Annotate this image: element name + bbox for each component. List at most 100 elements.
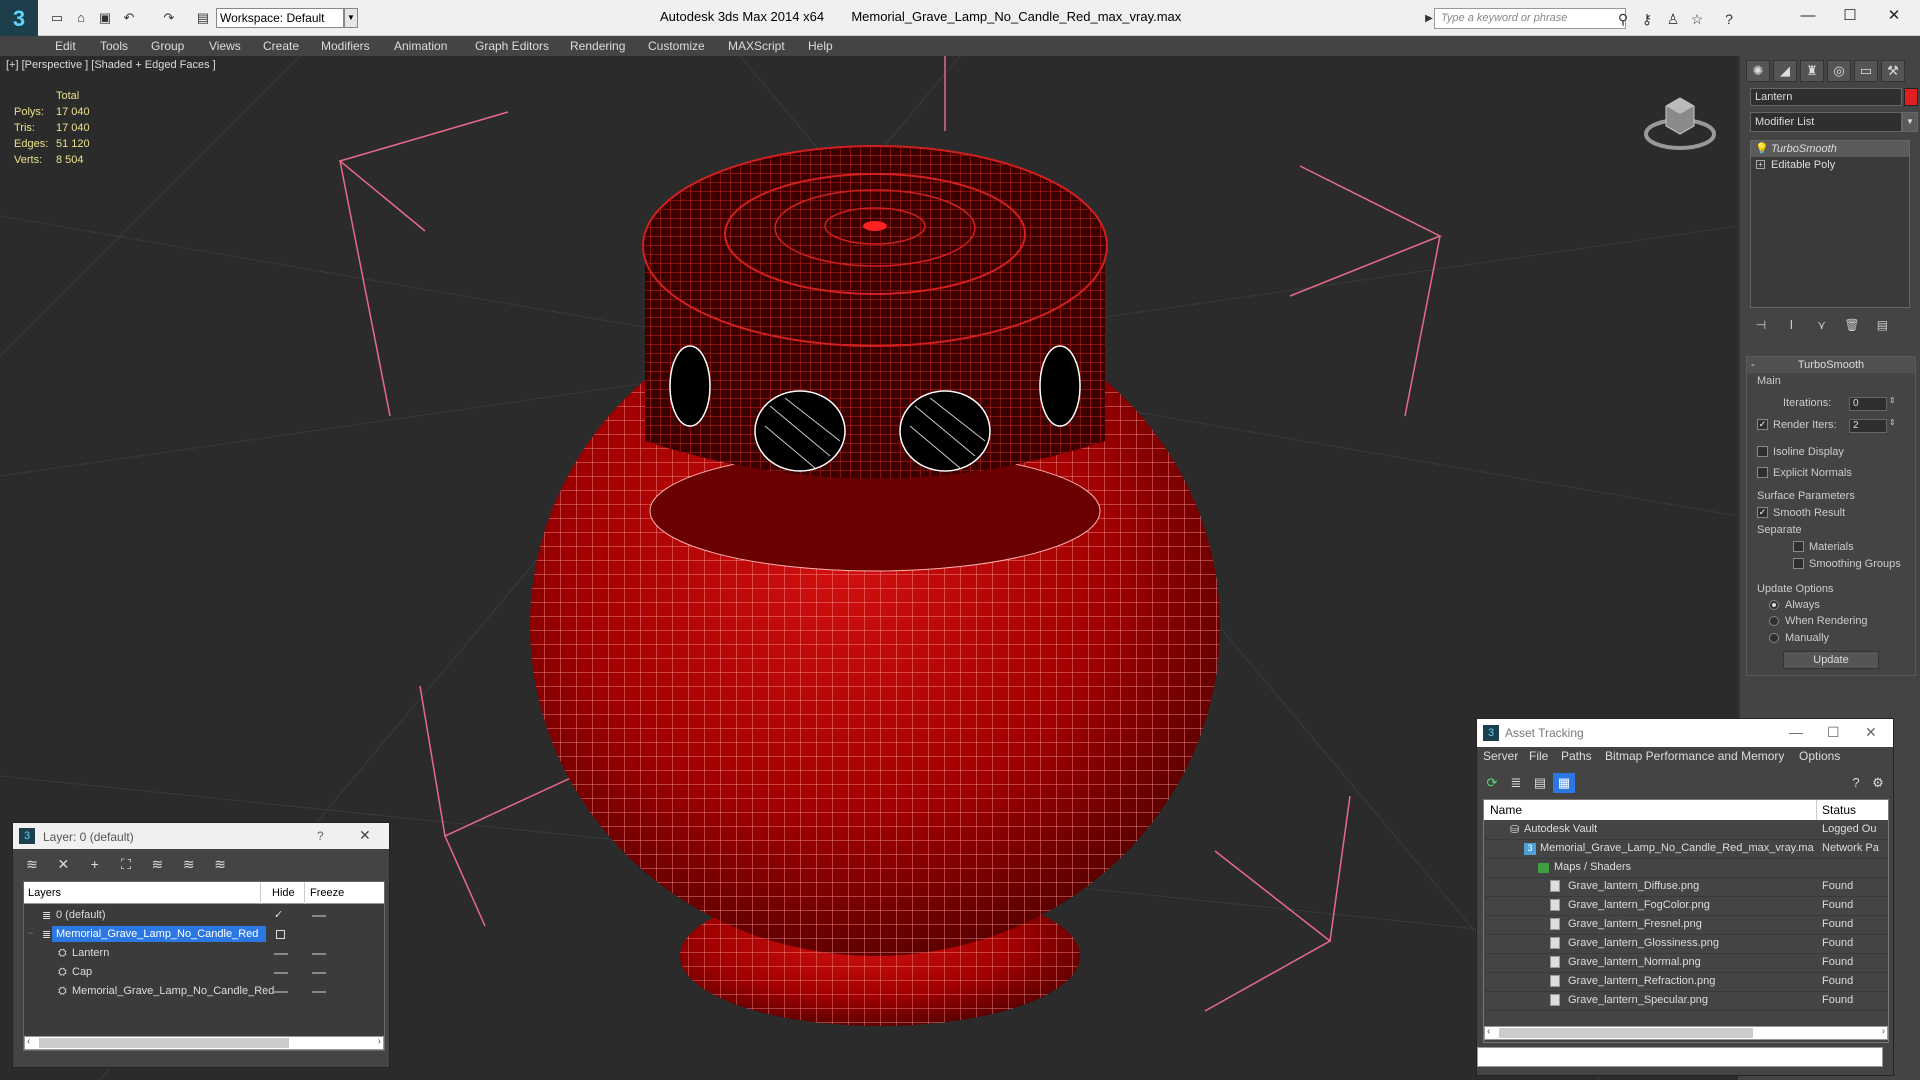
col-hide[interactable]: Hide (272, 887, 295, 899)
pin-stack-icon[interactable]: ⊣ (1750, 318, 1772, 336)
layer-row[interactable]: ≣ 0 (default) ✓ (24, 906, 384, 925)
detail-view-icon[interactable]: ▤ (1529, 773, 1551, 793)
menu-customize[interactable]: Customize (648, 39, 705, 53)
menu-rendering[interactable]: Rendering (570, 39, 625, 53)
horizontal-scrollbar[interactable]: ‹ › (24, 1036, 384, 1050)
close-button[interactable]: ✕ (1876, 4, 1912, 28)
asset-row[interactable]: Maps / Shaders (1484, 859, 1888, 878)
viewport-label[interactable]: [+] [Perspective ] [Shaded + Edged Faces… (6, 59, 216, 71)
menu-bitmap-performance[interactable]: Bitmap Performance and Memory (1605, 749, 1784, 763)
menu-options[interactable]: Options (1799, 749, 1840, 763)
menu-server[interactable]: Server (1483, 749, 1518, 763)
menu-paths[interactable]: Paths (1561, 749, 1592, 763)
scroll-right-icon[interactable]: › (1882, 1026, 1885, 1037)
asset-row[interactable]: Grave_lantern_Normal.png Found (1484, 954, 1888, 973)
search-input[interactable]: Type a keyword or phrase (1434, 8, 1626, 29)
menu-help[interactable]: Help (808, 39, 833, 53)
show-end-result-icon[interactable]: Ⅰ (1780, 318, 1802, 336)
render-iters-checkbox[interactable]: ✓ (1757, 419, 1768, 430)
explicit-normals-checkbox[interactable] (1757, 467, 1768, 478)
create-tab-icon[interactable]: ✺ (1746, 60, 1770, 82)
smoothing-groups-checkbox[interactable] (1793, 558, 1804, 569)
highlight-layer-icon[interactable]: ≋ (146, 853, 168, 875)
open-file-icon[interactable]: ⌂ (72, 9, 90, 27)
update-manually-radio[interactable] (1769, 633, 1779, 643)
table-view-icon[interactable]: ▦ (1553, 773, 1575, 793)
redo-icon[interactable]: ↷ (160, 9, 178, 27)
chevron-down-icon[interactable]: ▼ (344, 8, 358, 28)
stack-item-editable-poly[interactable]: + Editable Poly (1751, 157, 1909, 173)
new-layer-icon[interactable]: ≋ (21, 853, 43, 875)
close-icon[interactable]: ✕ (359, 827, 371, 844)
save-file-icon[interactable]: ▣ (96, 9, 114, 27)
modify-tab-icon[interactable]: ◢ (1773, 60, 1797, 82)
refresh-icon[interactable]: ⟳ (1481, 773, 1503, 793)
col-status[interactable]: Status (1822, 803, 1856, 817)
asset-row[interactable]: Grave_lantern_Fresnel.png Found (1484, 916, 1888, 935)
add-to-layer-icon[interactable]: + (84, 853, 106, 875)
viewcube-icon[interactable] (1640, 86, 1720, 156)
asset-row[interactable]: Grave_lantern_Refraction.png Found (1484, 973, 1888, 992)
select-objects-icon[interactable]: ⛶ (115, 853, 137, 875)
menu-group[interactable]: Group (151, 39, 184, 53)
spinner-arrows-icon[interactable]: ⇕ (1889, 418, 1896, 427)
lightbulb-icon[interactable]: 💡 (1755, 141, 1769, 157)
freeze-all-layers-icon[interactable]: ≋ (209, 853, 231, 875)
menu-modifiers[interactable]: Modifiers (321, 39, 370, 53)
modifier-list-dropdown[interactable]: Modifier List (1750, 112, 1902, 132)
hide-toggle[interactable] (274, 953, 288, 955)
maximize-button[interactable]: ☐ (1832, 4, 1868, 28)
layer-row[interactable]: ⛭ Cap (24, 963, 384, 982)
chevron-down-icon[interactable]: ▼ (1902, 112, 1918, 132)
scroll-left-icon[interactable]: ‹ (27, 1036, 30, 1047)
list-view-icon[interactable]: ≣ (1505, 773, 1527, 793)
asset-row[interactable]: Grave_lantern_Specular.png Found (1484, 992, 1888, 1011)
asset-row[interactable]: 3 Memorial_Grave_Lamp_No_Candle_Red_max_… (1484, 840, 1888, 859)
maximize-icon[interactable]: ☐ (1827, 724, 1840, 741)
binoculars-icon[interactable]: ⚲ (1614, 10, 1632, 28)
hide-toggle[interactable] (274, 991, 288, 993)
render-iters-spinner[interactable]: 2 (1849, 419, 1887, 433)
col-layers[interactable]: Layers (28, 887, 61, 899)
collapse-icon[interactable]: − (28, 928, 33, 938)
hide-toggle[interactable] (274, 972, 288, 974)
configure-modifier-sets-icon[interactable]: ▤ (1871, 318, 1893, 336)
update-button[interactable]: Update (1783, 651, 1879, 669)
iterations-spinner[interactable]: 0 (1849, 397, 1887, 411)
col-name[interactable]: Name (1490, 803, 1522, 817)
asset-row[interactable]: Grave_lantern_FogColor.png Found (1484, 897, 1888, 916)
menu-animation[interactable]: Animation (394, 39, 447, 53)
scroll-right-icon[interactable]: › (378, 1036, 381, 1047)
layer-row[interactable]: ⛭ Memorial_Grave_Lamp_No_Candle_Red (24, 982, 384, 1001)
update-always-radio[interactable] (1769, 600, 1779, 610)
layer-row[interactable]: ⛭ Lantern (24, 944, 384, 963)
stack-item-turbosmooth[interactable]: 💡 TurboSmooth (1751, 141, 1909, 157)
freeze-toggle[interactable] (312, 915, 326, 917)
scroll-thumb[interactable] (1499, 1028, 1753, 1038)
freeze-toggle[interactable] (312, 953, 326, 955)
asset-row[interactable]: ⛁ Autodesk Vault Logged Ou (1484, 821, 1888, 840)
layer-window-titlebar[interactable]: 3 Layer: 0 (default) ? ✕ (13, 823, 389, 849)
col-freeze[interactable]: Freeze (310, 887, 344, 899)
menu-create[interactable]: Create (263, 39, 299, 53)
help-icon[interactable]: ? (1720, 10, 1738, 28)
remove-modifier-icon[interactable]: 🗑 (1841, 318, 1863, 336)
project-folder-icon[interactable]: ▤ (194, 9, 212, 27)
menu-tools[interactable]: Tools (100, 39, 128, 53)
scroll-thumb[interactable] (39, 1038, 289, 1048)
freeze-toggle[interactable] (312, 991, 326, 993)
help-icon[interactable]: ? (317, 829, 324, 843)
make-unique-icon[interactable]: ⋎ (1811, 318, 1833, 336)
minimize-button[interactable]: — (1790, 4, 1826, 28)
active-layer-check-icon[interactable]: ✓ (274, 908, 283, 921)
hide-all-layers-icon[interactable]: ≋ (178, 853, 200, 875)
isoline-display-checkbox[interactable] (1757, 446, 1768, 457)
undo-icon[interactable]: ↶ (120, 9, 138, 27)
menu-file[interactable]: File (1529, 749, 1548, 763)
asset-row[interactable]: Grave_lantern_Glossiness.png Found (1484, 935, 1888, 954)
sign-in-icon[interactable]: ♙ (1664, 10, 1682, 28)
hierarchy-tab-icon[interactable]: ♜ (1800, 60, 1824, 82)
workspace-dropdown[interactable]: Workspace: Default (216, 8, 344, 28)
horizontal-scrollbar[interactable]: ‹ › (1484, 1026, 1888, 1040)
object-color-swatch[interactable] (1904, 88, 1918, 106)
